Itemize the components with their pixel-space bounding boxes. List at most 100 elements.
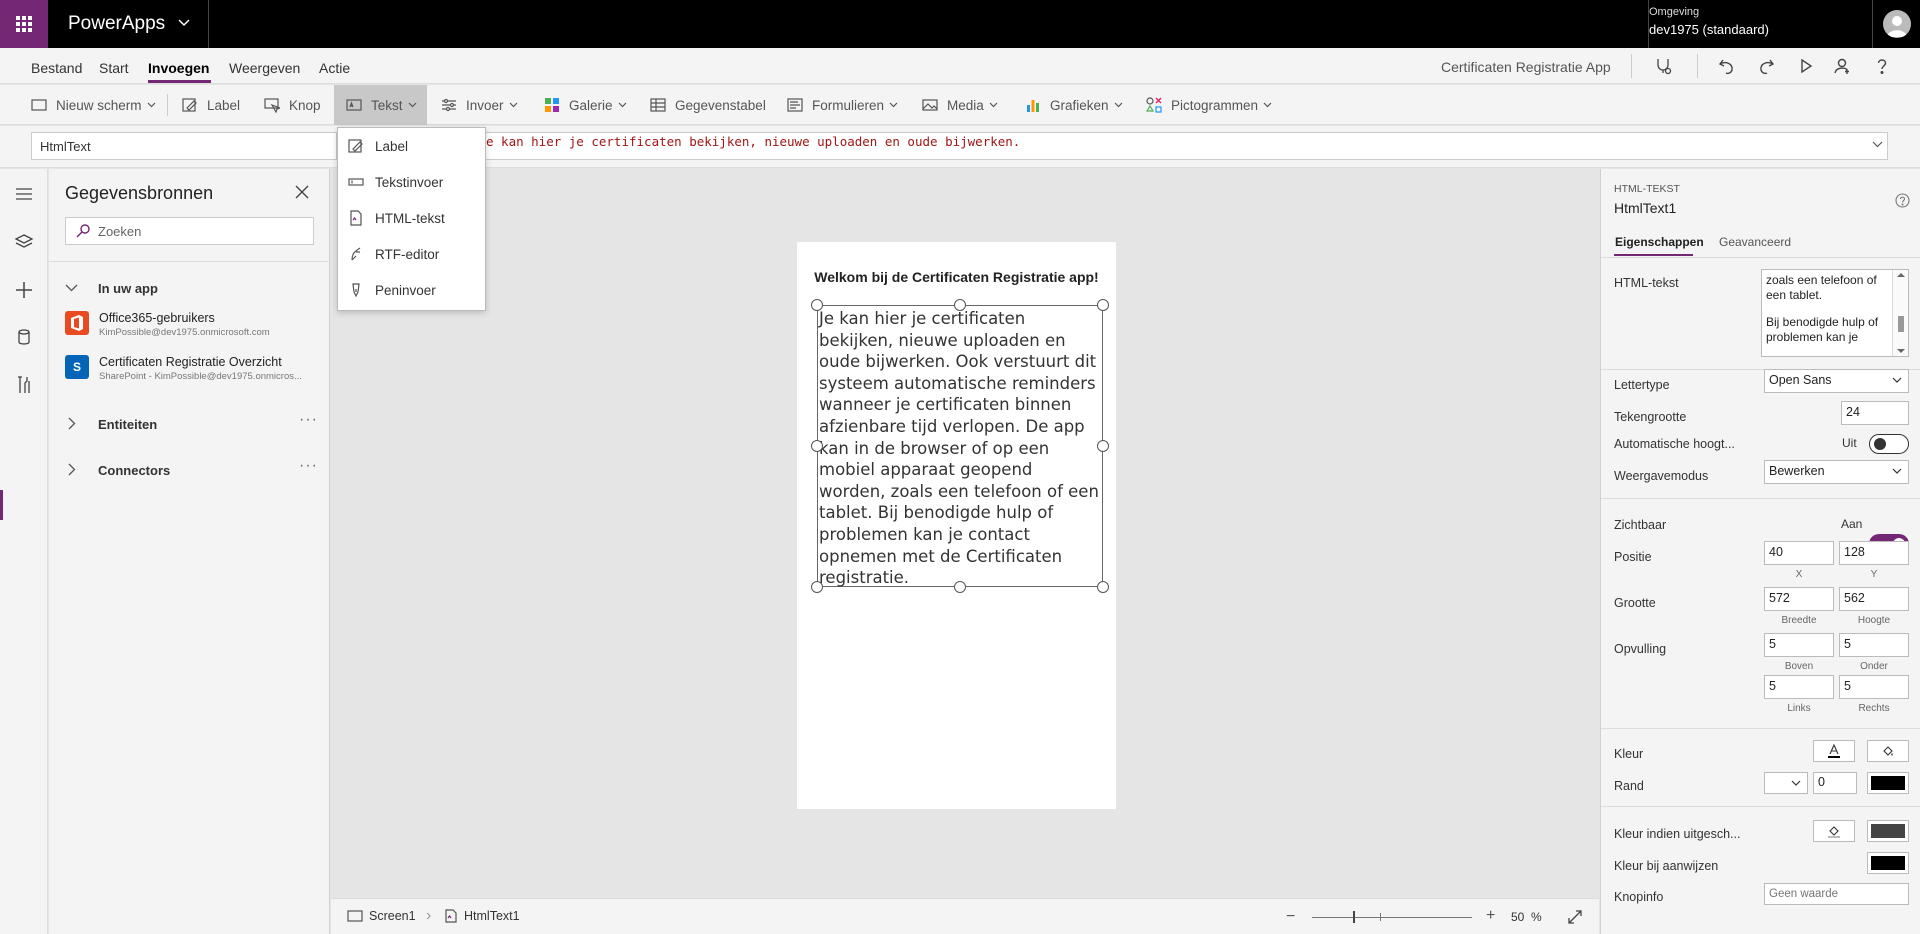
data-source-item[interactable]: S Certificaten Registratie Overzicht Sha… xyxy=(65,355,325,391)
account-button[interactable] xyxy=(1872,0,1920,48)
fit-to-window-icon[interactable] xyxy=(1567,909,1583,925)
resize-handle[interactable] xyxy=(811,581,823,593)
icons-button[interactable]: Pictogrammen xyxy=(1146,85,1272,125)
auto-height-toggle[interactable] xyxy=(1869,434,1909,454)
resize-handle[interactable] xyxy=(1097,299,1109,311)
app-checker-icon[interactable] xyxy=(1653,56,1673,76)
undo-icon[interactable] xyxy=(1717,56,1737,76)
button-button[interactable]: Knop xyxy=(264,85,321,125)
padding-right-input[interactable]: 5 xyxy=(1839,675,1909,699)
menu-weergeven[interactable]: Weergeven xyxy=(229,60,300,76)
property-selector[interactable]: HtmlText xyxy=(31,132,337,160)
border-color-button[interactable] xyxy=(1867,772,1909,794)
breadcrumb-screen[interactable]: Screen1 xyxy=(347,909,416,923)
padding-label: Opvulling xyxy=(1614,642,1667,656)
menu-item-pen-input[interactable]: Peninvoer xyxy=(338,272,485,308)
resize-handle[interactable] xyxy=(1097,440,1109,452)
menu-item-text-input[interactable]: Tekstinvoer xyxy=(338,164,485,200)
zoom-slider-thumb[interactable] xyxy=(1353,911,1355,923)
width-input[interactable]: 572 xyxy=(1764,587,1834,611)
tab-properties[interactable]: Eigenschappen xyxy=(1615,235,1704,249)
border-style-dropdown[interactable] xyxy=(1764,772,1808,794)
share-user-icon[interactable] xyxy=(1833,56,1853,76)
button-button-label: Knop xyxy=(289,97,321,113)
hamburger-icon[interactable] xyxy=(14,184,34,204)
help-icon[interactable] xyxy=(1872,56,1892,76)
media-button[interactable]: Media xyxy=(922,85,998,125)
divider xyxy=(208,0,209,48)
scrollbar[interactable] xyxy=(1892,270,1908,356)
charts-button[interactable]: Grafieken xyxy=(1025,85,1123,125)
disabled-color-button[interactable] xyxy=(1867,820,1909,842)
new-screen-button[interactable]: Nieuw scherm xyxy=(31,85,156,125)
chevron-down-icon xyxy=(1892,468,1902,474)
add-icon[interactable] xyxy=(14,280,34,300)
data-table-button[interactable]: Gegevenstabel xyxy=(650,85,766,125)
app-name[interactable]: PowerApps xyxy=(68,13,165,35)
breadcrumb-control[interactable]: HtmlText1 xyxy=(444,909,520,923)
html-text-field[interactable]: zoals een telefoon of een tablet. Bij be… xyxy=(1761,269,1909,357)
zoom-out-icon[interactable]: − xyxy=(1286,908,1295,926)
menu-item-rtf-editor[interactable]: RTF-editor xyxy=(338,236,485,272)
disabled-fill-button[interactable] xyxy=(1813,820,1855,842)
resize-handle[interactable] xyxy=(811,299,823,311)
menu-actie[interactable]: Actie xyxy=(319,60,350,76)
app-launcher-icon[interactable] xyxy=(0,0,48,48)
chevron-down-icon[interactable] xyxy=(178,19,190,27)
database-icon[interactable] xyxy=(14,327,34,347)
chart-icon xyxy=(1027,100,1039,112)
help-icon[interactable] xyxy=(1895,193,1910,208)
group-in-app[interactable]: In uw app xyxy=(49,275,330,301)
control-name[interactable]: HtmlText1 xyxy=(1614,200,1676,216)
font-color-icon xyxy=(1828,744,1840,758)
zoom-slider[interactable] xyxy=(1312,917,1472,918)
zoom-in-icon[interactable]: + xyxy=(1486,907,1495,925)
tools-icon[interactable] xyxy=(14,375,34,395)
menu-bestand[interactable]: Bestand xyxy=(31,60,82,76)
resize-handle[interactable] xyxy=(954,299,966,311)
control-type: HTML-TEKST xyxy=(1614,183,1680,195)
display-mode-dropdown[interactable]: Bewerken xyxy=(1764,460,1909,484)
label-button[interactable]: Label xyxy=(182,85,240,125)
resize-handle[interactable] xyxy=(1097,581,1109,593)
font-size-input[interactable]: 24 xyxy=(1841,401,1909,425)
height-input[interactable]: 562 xyxy=(1839,587,1909,611)
tab-advanced[interactable]: Geavanceerd xyxy=(1719,235,1791,249)
text-color-button[interactable] xyxy=(1813,740,1855,762)
resize-handle[interactable] xyxy=(811,440,823,452)
close-icon[interactable] xyxy=(295,185,309,199)
group-connectors[interactable]: Connectors ··· xyxy=(49,457,330,483)
position-y-input[interactable]: 128 xyxy=(1839,541,1909,565)
group-entities[interactable]: Entiteiten ··· xyxy=(49,411,330,437)
fill-color-button[interactable] xyxy=(1867,740,1909,762)
padding-bottom-input[interactable]: 5 xyxy=(1839,633,1909,657)
position-x-input[interactable]: 40 xyxy=(1764,541,1834,565)
menu-start[interactable]: Start xyxy=(99,60,129,76)
forms-button[interactable]: Formulieren xyxy=(787,85,898,125)
label-button-label: Label xyxy=(207,97,241,113)
y-label: Y xyxy=(1870,569,1878,580)
input-button[interactable]: Invoer xyxy=(441,85,518,125)
gallery-button[interactable]: Galerie xyxy=(544,85,627,125)
text-button[interactable]: Tekst xyxy=(334,85,427,125)
menu-item-label[interactable]: Label xyxy=(338,128,485,164)
chevron-down-icon[interactable] xyxy=(1872,141,1883,148)
data-source-item[interactable]: Office365-gebruikers KimPossible@dev1975… xyxy=(65,311,325,347)
menu-invoegen[interactable]: Invoegen xyxy=(148,60,209,76)
hover-color-button[interactable] xyxy=(1867,852,1909,874)
tooltip-input[interactable] xyxy=(1764,883,1909,905)
welcome-label[interactable]: Welkom bij de Certificaten Registratie a… xyxy=(797,269,1116,285)
font-dropdown[interactable]: Open Sans xyxy=(1764,369,1909,393)
resize-handle[interactable] xyxy=(954,581,966,593)
redo-icon[interactable] xyxy=(1756,56,1776,76)
environment-picker[interactable]: dev1975 (standaard) xyxy=(1649,22,1769,37)
search-input[interactable] xyxy=(98,222,298,240)
more-options-icon[interactable]: ··· xyxy=(299,457,318,475)
padding-left-input[interactable]: 5 xyxy=(1764,675,1834,699)
play-icon[interactable] xyxy=(1796,56,1816,76)
more-options-icon[interactable]: ··· xyxy=(299,411,318,429)
menu-item-html-text[interactable]: HTML-tekst xyxy=(338,200,485,236)
padding-top-input[interactable]: 5 xyxy=(1764,633,1834,657)
border-thickness-input[interactable]: 0 xyxy=(1813,772,1857,794)
layers-icon[interactable] xyxy=(14,232,34,252)
